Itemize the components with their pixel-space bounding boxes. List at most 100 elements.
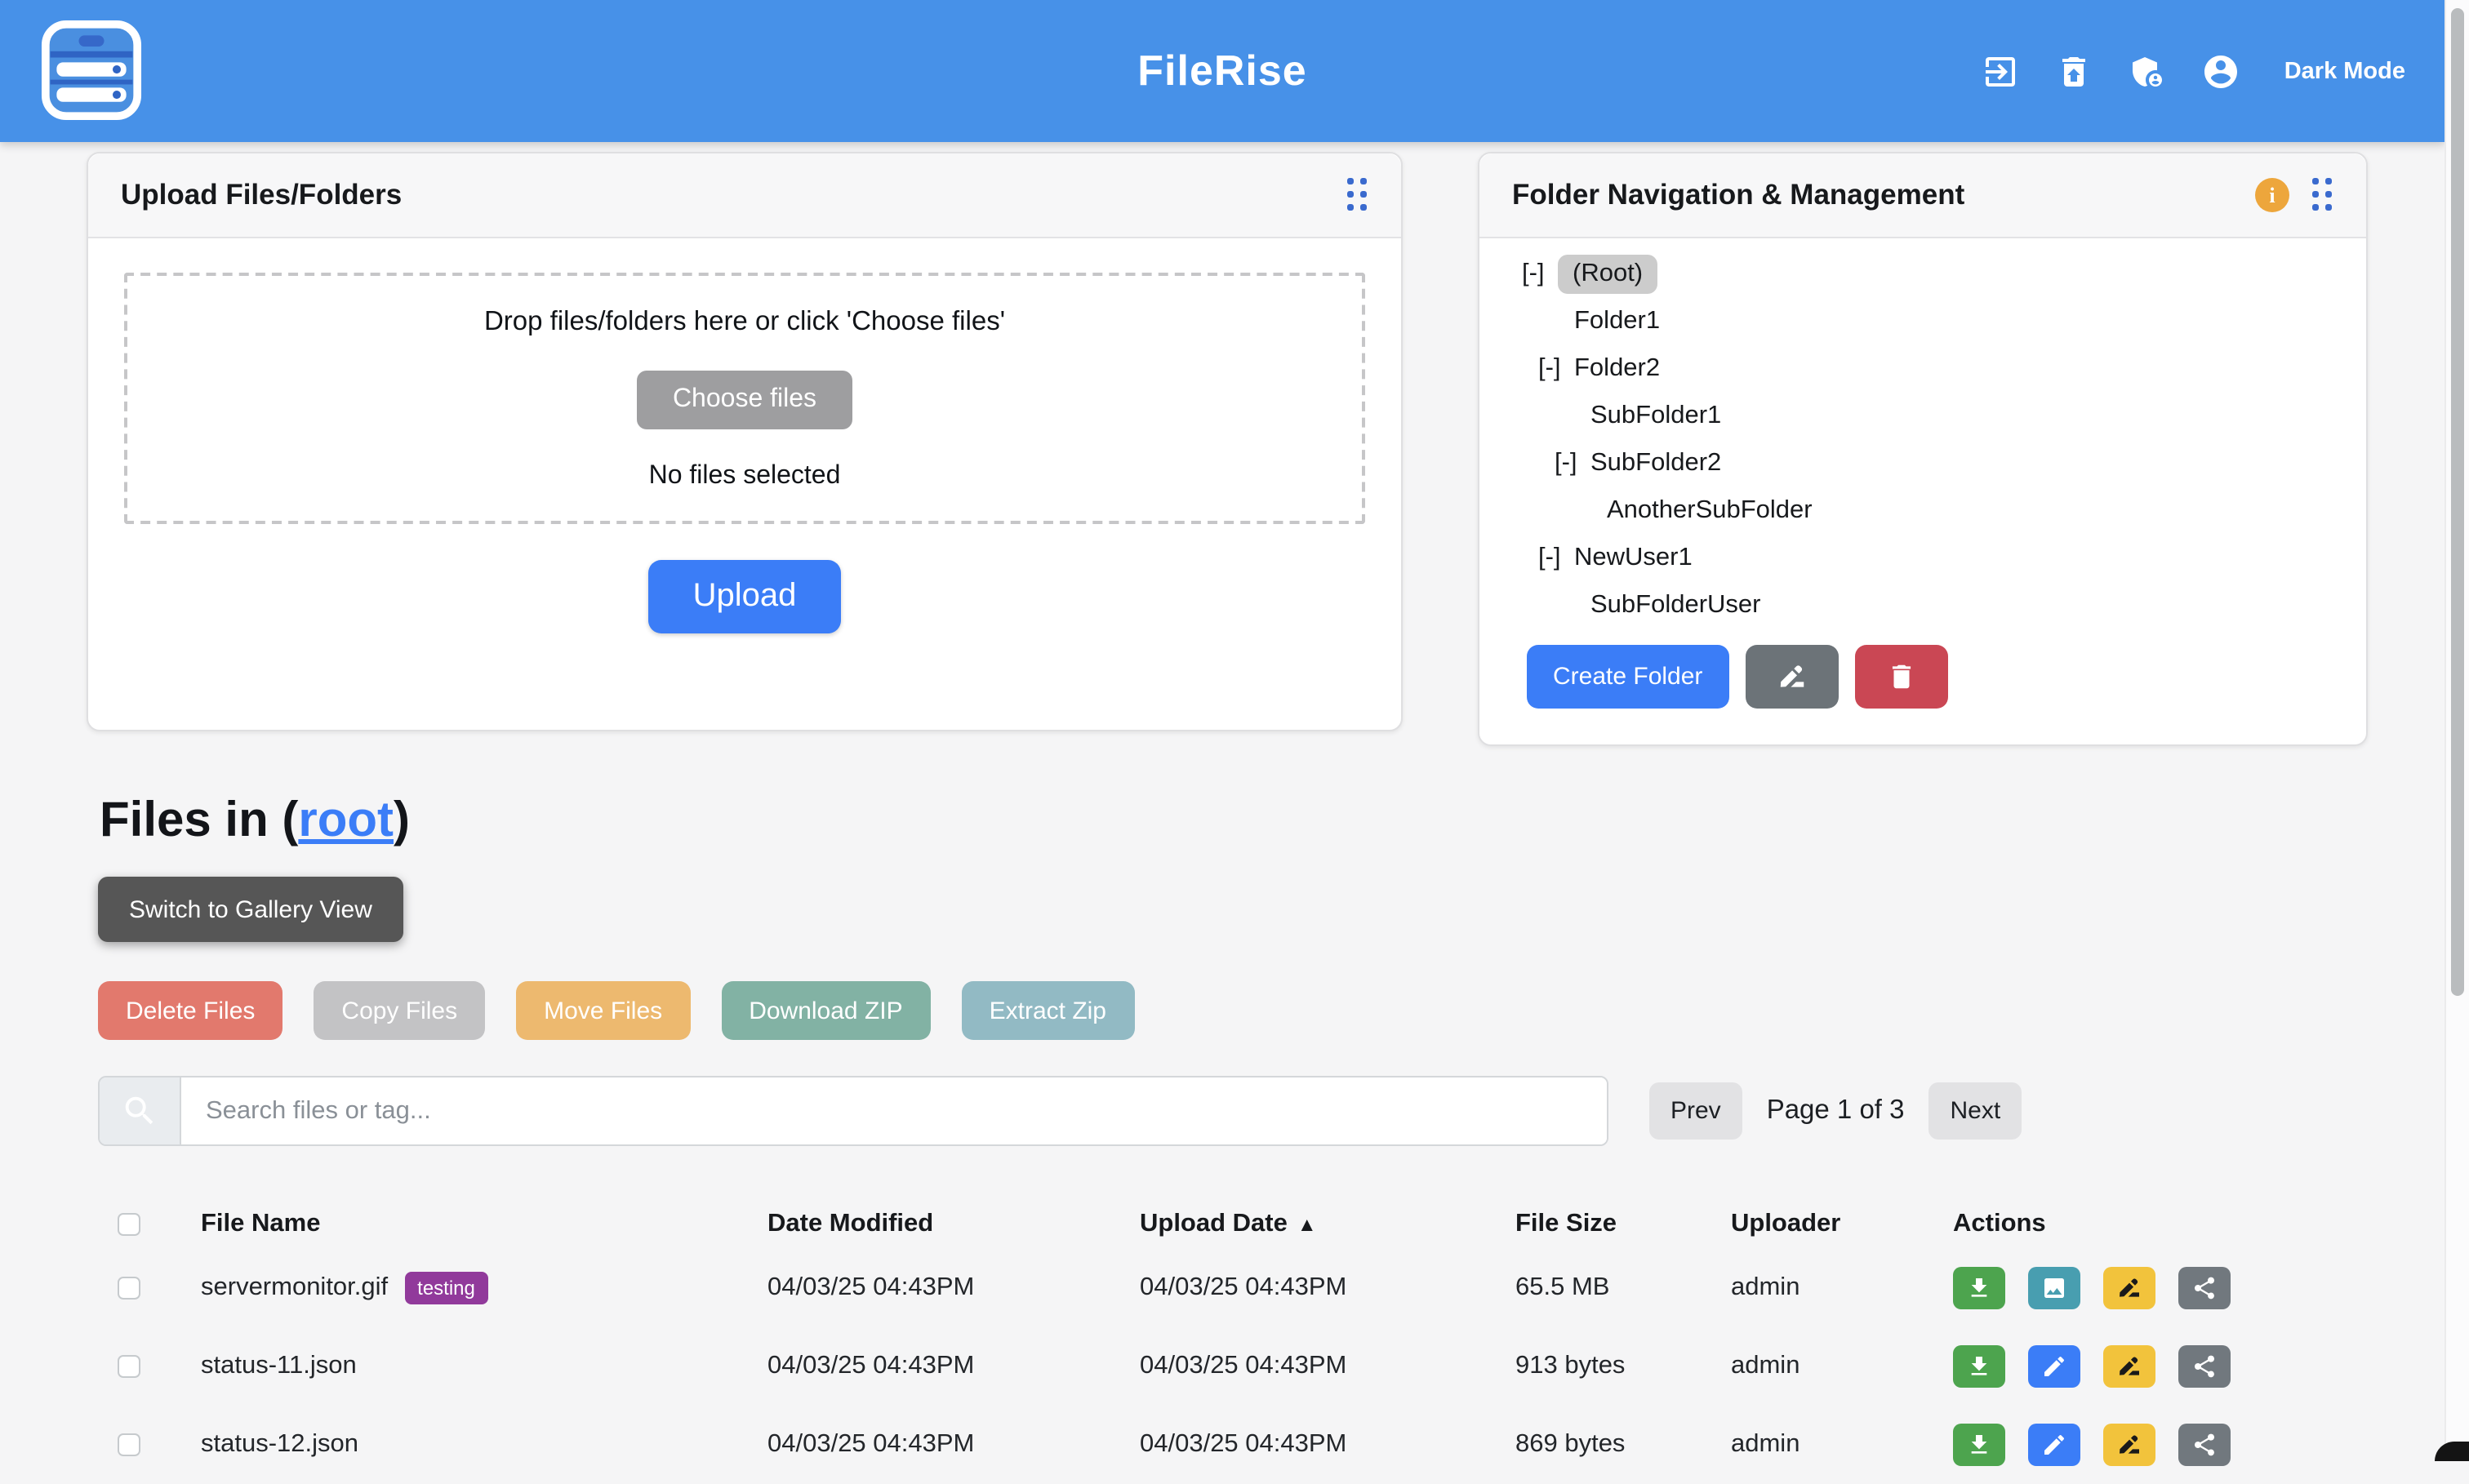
table-body: servermonitor.gif testing 04/03/25 04:43PM…	[98, 1249, 2270, 1484]
uploader-cell: admin	[1731, 1352, 1953, 1381]
download-button[interactable]	[1953, 1267, 2005, 1309]
choose-files-button[interactable]: Choose files	[637, 370, 852, 429]
folder-card-header: Folder Navigation & Management i	[1479, 153, 2366, 238]
tree-item-subfolderuser[interactable]: SubFolderUser	[1479, 581, 2366, 629]
drag-handle-icon[interactable]	[1347, 178, 1368, 212]
row-checkbox[interactable]	[118, 1355, 140, 1378]
share-button[interactable]	[2178, 1424, 2231, 1466]
image-icon	[2041, 1275, 2067, 1301]
column-header-upload-date[interactable]: Upload Date▲	[1140, 1210, 1515, 1239]
edit-button[interactable]	[2028, 1345, 2080, 1388]
header-actions: Dark Mode	[1981, 0, 2405, 142]
file-name[interactable]: servermonitor.gif	[201, 1273, 388, 1303]
prev-page-button[interactable]: Prev	[1649, 1082, 1742, 1139]
tree-item-folder2[interactable]: [-]Folder2	[1479, 344, 2366, 392]
sort-ascending-icon: ▲	[1297, 1213, 1317, 1236]
column-header-file-size[interactable]: File Size	[1515, 1210, 1731, 1239]
share-icon	[2191, 1275, 2218, 1301]
rename-button[interactable]	[2103, 1345, 2155, 1388]
tree-item-root[interactable]: [-](Root)	[1479, 250, 2366, 297]
upload-button[interactable]: Upload	[649, 560, 841, 633]
search-input[interactable]	[181, 1077, 1607, 1144]
logout-button[interactable]	[1981, 51, 2020, 91]
preview-button[interactable]	[2028, 1267, 2080, 1309]
file-row-status-11-json: status-11.json04/03/25 04:43PM04/03/25 0…	[98, 1327, 2270, 1406]
download-button[interactable]	[1953, 1424, 2005, 1466]
restore-trash-button[interactable]	[2054, 51, 2093, 91]
select-all-checkbox[interactable]	[118, 1213, 140, 1236]
rename-button[interactable]	[2103, 1424, 2155, 1466]
tree-item-subfolder2[interactable]: [-]SubFolder2	[1479, 439, 2366, 487]
tree-collapse-toggle[interactable]: [-]	[1538, 543, 1574, 572]
tree-collapse-toggle[interactable]: [-]	[1555, 448, 1590, 478]
share-icon	[2191, 1353, 2218, 1380]
filerise-app: FileRise Dark Mode Upload Files/Folders …	[0, 0, 2469, 1461]
create-folder-button[interactable]: Create Folder	[1527, 645, 1728, 709]
download-icon	[1966, 1353, 1992, 1380]
tree-item-subfolder1[interactable]: SubFolder1	[1479, 392, 2366, 439]
scrollbar-track[interactable]	[2445, 0, 2469, 1461]
move-files-button[interactable]: Move Files	[516, 981, 690, 1040]
row-checkbox[interactable]	[118, 1433, 140, 1456]
folder-tree: [-](Root)Folder1[-]Folder2SubFolder1[-]S…	[1479, 238, 2366, 629]
share-button[interactable]	[2178, 1345, 2231, 1388]
file-size-cell: 65.5 MB	[1515, 1273, 1731, 1303]
extract-zip-button[interactable]: Extract Zip	[962, 981, 1134, 1040]
share-button[interactable]	[2178, 1267, 2231, 1309]
rename-icon	[2116, 1432, 2142, 1458]
edit-icon	[2041, 1432, 2067, 1458]
search-icon-segment[interactable]	[100, 1077, 181, 1144]
next-page-button[interactable]: Next	[1929, 1082, 2022, 1139]
delete-folder-button[interactable]	[1854, 645, 1947, 709]
rename-folder-button[interactable]	[1745, 645, 1838, 709]
tree-item-label: SubFolderUser	[1590, 590, 1761, 620]
date-modified-cell: 04/03/25 04:43PM	[767, 1430, 1140, 1460]
tree-item-label: AnotherSubFolder	[1607, 495, 1813, 525]
tree-item-anothersubfolder[interactable]: AnotherSubFolder	[1479, 487, 2366, 534]
download-icon	[1966, 1275, 1992, 1301]
files-heading-prefix: Files in (	[100, 793, 298, 847]
rename-button[interactable]	[2103, 1267, 2155, 1309]
drag-handle-icon[interactable]	[2312, 178, 2333, 212]
edit-button[interactable]	[2028, 1424, 2080, 1466]
folder-navigation-card: Folder Navigation & Management i [-](Roo…	[1478, 152, 2368, 746]
file-name[interactable]: status-12.json	[201, 1430, 358, 1460]
upload-date-cell: 04/03/25 04:43PM	[1140, 1273, 1515, 1303]
bulk-actions-bar: Delete Files Copy Files Move Files Download…	[98, 981, 1134, 1040]
file-dropzone[interactable]: Drop files/folders here or click 'Choose…	[124, 273, 1365, 524]
column-header-uploader[interactable]: Uploader	[1731, 1210, 1953, 1239]
column-header-date-modified[interactable]: Date Modified	[767, 1210, 1140, 1239]
tree-item-label: Folder1	[1574, 306, 1660, 335]
tree-item-newuser1[interactable]: [-]NewUser1	[1479, 534, 2366, 581]
tree-collapse-toggle[interactable]: [-]	[1522, 259, 1558, 288]
admin-shield-button[interactable]	[2128, 51, 2167, 91]
tree-item-folder1[interactable]: Folder1	[1479, 297, 2366, 344]
no-files-status: No files selected	[649, 461, 841, 491]
download-zip-button[interactable]: Download ZIP	[721, 981, 930, 1040]
column-header-actions[interactable]: Actions	[1953, 1210, 2270, 1239]
upload-card-header: Upload Files/Folders	[88, 153, 1401, 238]
tree-collapse-toggle[interactable]: [-]	[1538, 353, 1574, 383]
delete-files-button[interactable]: Delete Files	[98, 981, 282, 1040]
file-tag-badge: testing	[404, 1272, 488, 1304]
date-modified-cell: 04/03/25 04:43PM	[767, 1273, 1140, 1303]
root-folder-link[interactable]: root	[298, 793, 394, 847]
switch-gallery-view-button[interactable]: Switch to Gallery View	[98, 877, 403, 942]
file-name[interactable]: status-11.json	[201, 1352, 357, 1381]
search-icon	[121, 1092, 158, 1130]
download-button[interactable]	[1953, 1345, 2005, 1388]
upload-card-title: Upload Files/Folders	[121, 178, 402, 212]
scrollbar-thumb[interactable]	[2450, 8, 2463, 996]
info-icon[interactable]: i	[2255, 178, 2289, 212]
column-header-file-name[interactable]: File Name	[201, 1210, 767, 1239]
row-checkbox[interactable]	[118, 1277, 140, 1300]
tree-item-label: (Root)	[1558, 254, 1657, 293]
copy-files-button[interactable]: Copy Files	[314, 981, 485, 1040]
account-button[interactable]	[2201, 51, 2240, 91]
file-row-status-12-json: status-12.json04/03/25 04:43PM04/03/25 0…	[98, 1406, 2270, 1484]
corner-element	[2435, 1442, 2469, 1461]
dark-mode-toggle[interactable]: Dark Mode	[2284, 58, 2405, 84]
file-table: File NameDate ModifiedUpload Date▲File S…	[98, 1200, 2270, 1484]
rename-icon	[1776, 661, 1807, 692]
file-row-servermonitor-gif: servermonitor.gif testing 04/03/25 04:43PM…	[98, 1249, 2270, 1327]
